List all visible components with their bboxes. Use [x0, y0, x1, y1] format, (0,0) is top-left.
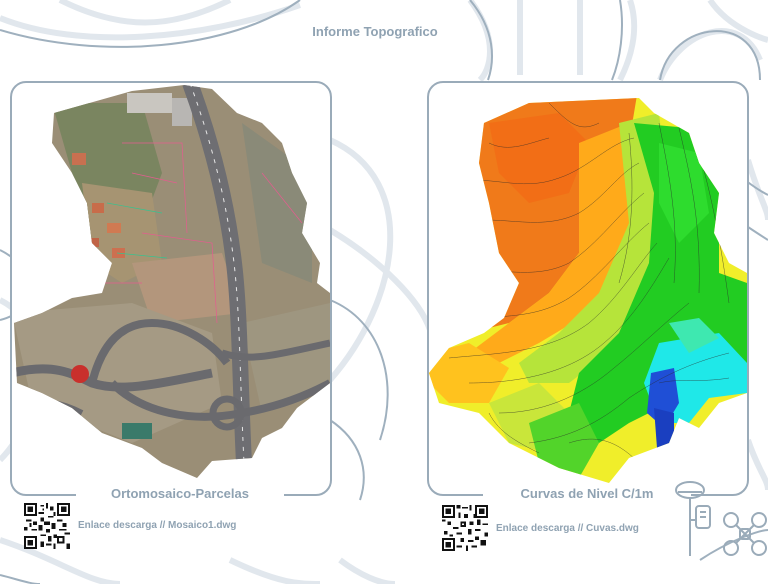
download-link-contours[interactable]: Enlace descarga // Cuvas.dwg [496, 523, 639, 534]
elevation-contour-map [429, 98, 747, 483]
qr-code-icon[interactable] [24, 503, 70, 549]
orthomosaic-map-image [14, 85, 330, 478]
drone-icon [723, 512, 767, 556]
contour-lines-panel [427, 81, 749, 496]
qr-code-icon[interactable] [442, 505, 488, 551]
gps-survey-receiver-icon [675, 481, 711, 556]
orthomosaic-caption: Ortomosaico-Parcelas [76, 486, 284, 501]
download-link-mosaic[interactable]: Enlace descarga // Mosaico1.dwg [78, 520, 236, 531]
contour-caption: Curvas de Nivel C/1m [483, 486, 691, 501]
orthomosaic-panel [10, 81, 332, 496]
page-title: Informe Topografico [312, 24, 438, 39]
